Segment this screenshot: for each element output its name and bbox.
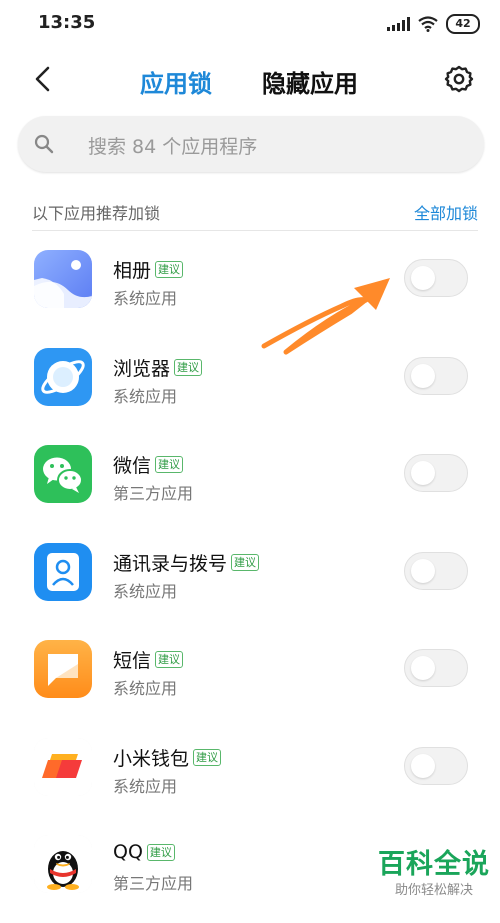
app-name-text: 微信 xyxy=(113,455,152,477)
recommend-section-header: 以下应用推荐加锁 全部加锁 xyxy=(32,200,478,231)
suggest-badge: 建议 xyxy=(174,358,203,376)
browser-icon xyxy=(34,347,92,406)
list-item: 微信 建议 第三方应用 xyxy=(0,435,500,533)
signal-icon xyxy=(387,17,410,31)
tab-app-lock[interactable]: 应用锁 xyxy=(140,64,212,99)
wifi-icon xyxy=(418,16,438,32)
watermark: 百科全说 助你轻松解决 xyxy=(374,842,494,898)
lock-toggle[interactable] xyxy=(404,551,468,590)
suggest-badge: 建议 xyxy=(155,651,184,668)
lock-toggle[interactable] xyxy=(404,746,468,785)
app-name-text: 短信 xyxy=(113,650,152,672)
wechat-icon xyxy=(34,445,92,503)
toggle-knob xyxy=(411,558,435,583)
app-name: 小米钱包 建议 xyxy=(113,744,222,771)
list-item: 通讯录与拨号 建议 系统应用 xyxy=(0,533,500,631)
messages-icon xyxy=(34,640,92,698)
contacts-icon xyxy=(34,542,92,601)
tab-hidden-apps[interactable]: 隐藏应用 xyxy=(262,64,358,99)
suggest-badge: 建议 xyxy=(231,553,260,571)
qq-icon xyxy=(34,835,92,893)
app-name: 相册 建议 xyxy=(113,256,184,283)
lock-toggle[interactable] xyxy=(404,259,468,297)
toggle-knob xyxy=(411,753,435,778)
toggle-knob xyxy=(411,461,435,485)
annotation-arrow-icon xyxy=(261,278,390,355)
app-name-text: 浏览器 xyxy=(113,357,171,380)
toggle-knob xyxy=(411,656,435,680)
suggest-badge: 建议 xyxy=(155,261,184,278)
app-type: 系统应用 xyxy=(113,289,178,308)
app-name-text: 相册 xyxy=(113,260,152,282)
recommend-label: 以下应用推荐加锁 xyxy=(32,204,161,223)
app-name-text: 小米钱包 xyxy=(113,747,190,770)
app-name: 浏览器 建议 xyxy=(113,354,203,381)
status-bar: 13:35 42 xyxy=(0,0,500,44)
app-type: 系统应用 xyxy=(113,581,178,601)
app-name-text: QQ xyxy=(113,841,143,863)
suggest-badge: 建议 xyxy=(155,456,184,473)
gear-icon[interactable] xyxy=(444,64,474,94)
status-icons: 42 xyxy=(387,14,480,34)
battery-level: 42 xyxy=(455,17,471,30)
watermark-title: 百科全说 xyxy=(378,849,490,880)
toggle-knob xyxy=(411,363,435,388)
app-type: 第三方应用 xyxy=(113,874,194,893)
lock-toggle[interactable] xyxy=(404,649,468,687)
app-name: 通讯录与拨号 建议 xyxy=(113,549,260,576)
suggest-badge: 建议 xyxy=(146,843,175,861)
toggle-knob xyxy=(411,266,435,290)
wallet-icon xyxy=(34,737,92,796)
watermark-subtitle: 助你轻松解决 xyxy=(394,883,473,898)
header: 应用锁 隐藏应用 xyxy=(0,50,500,110)
app-name: QQ 建议 xyxy=(113,841,175,863)
app-name: 微信 建议 xyxy=(113,451,184,478)
app-type: 系统应用 xyxy=(113,679,178,698)
lock-toggle[interactable] xyxy=(404,356,468,395)
status-time: 13:35 xyxy=(38,12,96,33)
suggest-badge: 建议 xyxy=(193,748,222,766)
list-item: 短信 建议 系统应用 xyxy=(0,630,500,728)
back-arrow-icon[interactable] xyxy=(28,64,58,94)
gallery-icon xyxy=(34,250,92,308)
app-type: 系统应用 xyxy=(113,776,178,796)
battery-icon: 42 xyxy=(446,14,480,34)
search-placeholder: 搜索 84 个应用程序 xyxy=(88,136,258,158)
app-name-text: 通讯录与拨号 xyxy=(113,552,228,575)
lock-all-button[interactable]: 全部加锁 xyxy=(414,200,478,224)
app-name: 短信 建议 xyxy=(113,646,184,673)
list-item: 小米钱包 建议 系统应用 xyxy=(0,728,500,826)
lock-toggle[interactable] xyxy=(404,454,468,492)
app-type: 系统应用 xyxy=(113,386,178,406)
search-icon xyxy=(34,134,54,154)
app-type: 第三方应用 xyxy=(113,484,194,503)
search-box[interactable]: 搜索 84 个应用程序 xyxy=(18,116,484,172)
